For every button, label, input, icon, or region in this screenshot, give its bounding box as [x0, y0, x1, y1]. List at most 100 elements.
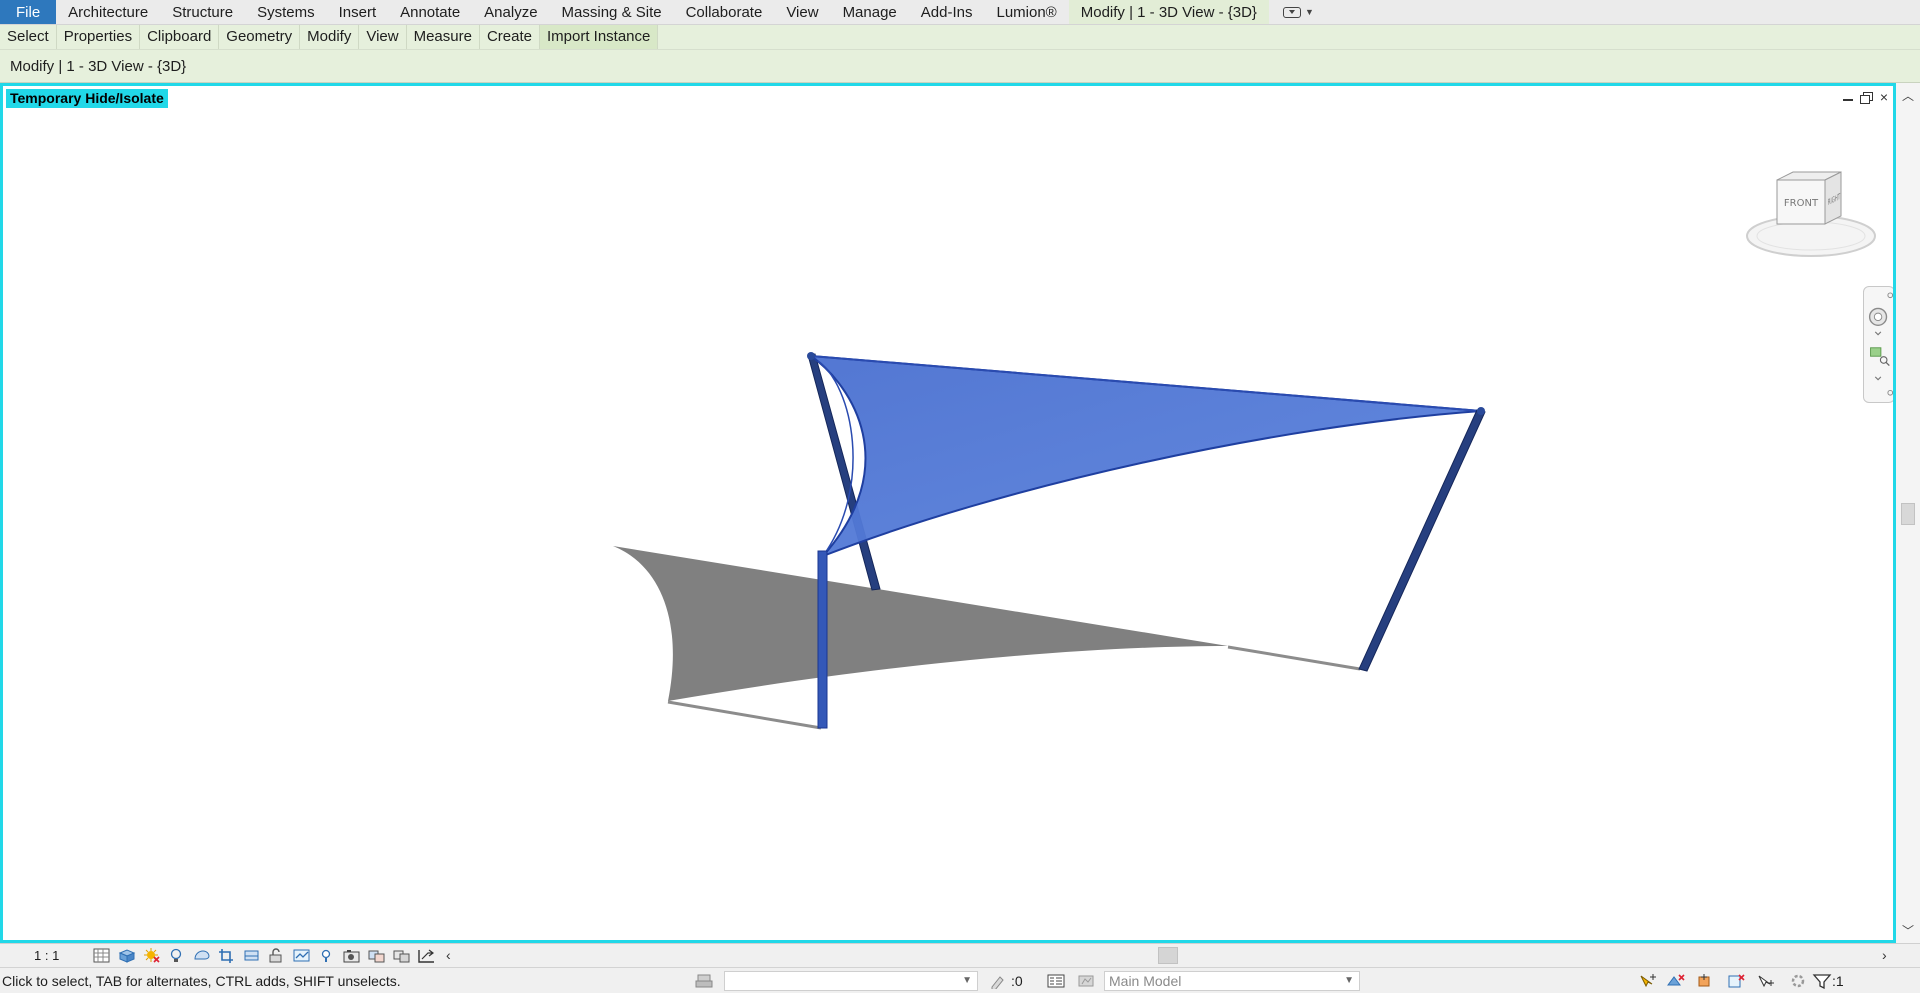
right-post[interactable]: [1358, 409, 1486, 672]
tab-architecture[interactable]: Architecture: [56, 0, 160, 24]
chevron-down-icon[interactable]: ﹀: [1902, 922, 1914, 939]
panel-measure[interactable]: Measure: [407, 25, 480, 49]
panel-view[interactable]: View: [359, 25, 407, 49]
viewcube[interactable]: FRONT RIGHT: [1743, 166, 1879, 266]
shadow-edge-line: [1227, 645, 1361, 671]
worksets-icon[interactable]: [694, 973, 714, 989]
editable-count: :0: [1011, 973, 1023, 989]
ribbon-display-icon: [1282, 6, 1301, 18]
crop-view-icon[interactable]: [217, 947, 236, 964]
selection-count: :1: [1832, 973, 1844, 989]
status-message: Click to select, TAB for alternates, CTR…: [2, 973, 401, 989]
tab-view[interactable]: View: [774, 0, 830, 24]
viewcube-front-label: FRONT: [1784, 198, 1819, 209]
tab-structure[interactable]: Structure: [160, 0, 245, 24]
design-option-value: Main Model: [1109, 973, 1182, 989]
panel-modify[interactable]: Modify: [300, 25, 360, 49]
tab-massing-site[interactable]: Massing & Site: [550, 0, 674, 24]
steering-wheel-hub: [1873, 312, 1883, 322]
minimize-icon[interactable]: [1841, 91, 1855, 103]
analytical-model-icon[interactable]: [417, 947, 436, 964]
drawing-viewport[interactable]: Temporary Hide/Isolate × FRONT RIGHT: [0, 83, 1896, 943]
settings-icon[interactable]: [1887, 389, 1893, 396]
sail-shadow: [613, 546, 1228, 701]
show-crop-region-icon[interactable]: [242, 947, 261, 964]
tab-systems[interactable]: Systems: [245, 0, 327, 24]
exclude-options-icon[interactable]: [1076, 973, 1096, 989]
design-option-dropdown[interactable]: Main Model ▼: [1104, 971, 1360, 991]
options-bar: Modify | 1 - 3D View - {3D}: [0, 50, 1920, 83]
reveal-constraints-icon[interactable]: [392, 947, 411, 964]
corner-connector: [807, 352, 815, 360]
front-post[interactable]: [817, 550, 828, 729]
panel-properties[interactable]: Properties: [57, 25, 141, 49]
ribbon-tab-bar: File Architecture Structure Systems Inse…: [0, 0, 1920, 25]
chevron-down-icon[interactable]: [1874, 331, 1882, 336]
tab-file[interactable]: File: [0, 0, 57, 24]
unlocked-3d-view-icon[interactable]: [267, 947, 286, 964]
chevron-down-icon: ▼: [1344, 975, 1354, 986]
zoom-magnifier: [1879, 356, 1888, 364]
horizontal-scroll-thumb[interactable]: [1158, 947, 1178, 964]
select-underlay-elements-icon[interactable]: [1666, 973, 1686, 989]
tab-manage[interactable]: Manage: [831, 0, 909, 24]
chevron-up-icon[interactable]: ︿: [1902, 87, 1914, 104]
restore-icon[interactable]: [1859, 91, 1873, 104]
tab-insert[interactable]: Insert: [327, 0, 389, 24]
select-links-icon[interactable]: [1638, 973, 1658, 989]
panel-clipboard[interactable]: Clipboard: [140, 25, 220, 49]
shade-sail[interactable]: [807, 354, 1482, 557]
render-icon[interactable]: [192, 947, 211, 964]
shadow-edge-line: [667, 700, 822, 730]
tab-lumion[interactable]: Lumion®: [984, 0, 1068, 24]
panel-create[interactable]: Create: [480, 25, 540, 49]
select-elements-by-face-icon[interactable]: [1726, 973, 1746, 989]
temporary-hide-isolate-icon[interactable]: [292, 947, 311, 964]
chevron-down-icon: ▼: [962, 975, 972, 986]
vertical-scrollbar[interactable]: ︿ ﹀: [1896, 83, 1920, 943]
panel-import-instance[interactable]: Import Instance: [539, 25, 659, 49]
chevron-down-icon: ▼: [1304, 6, 1314, 17]
tab-add-ins[interactable]: Add-Ins: [909, 0, 985, 24]
detail-level-icon[interactable]: [92, 947, 111, 964]
view-control-bar: 1 : 1 ‹ ›: [0, 943, 1920, 967]
close-icon[interactable]: [1887, 292, 1893, 299]
worksharing-display-icon[interactable]: [367, 947, 386, 964]
drag-elements-on-selection-icon[interactable]: [1756, 973, 1776, 989]
status-bar: Click to select, TAB for alternates, CTR…: [0, 967, 1920, 993]
chevron-left-icon[interactable]: ‹: [446, 944, 451, 967]
zoom-magnifier-handle: [1885, 361, 1890, 367]
background-processes-icon[interactable]: [1788, 973, 1808, 989]
filter-icon[interactable]: [1812, 973, 1832, 989]
navigation-bar: [1863, 286, 1893, 403]
reveal-hidden-elements-icon[interactable]: [317, 947, 336, 964]
tab-analyze[interactable]: Analyze: [472, 0, 549, 24]
temporary-hide-isolate-label[interactable]: Temporary Hide/Isolate: [6, 89, 168, 108]
tab-modify-3d-view[interactable]: Modify | 1 - 3D View - {3D}: [1068, 0, 1269, 24]
view-window-controls: ×: [1841, 90, 1891, 104]
visual-style-icon[interactable]: [117, 947, 136, 964]
3d-model-scene[interactable]: [3, 86, 1893, 940]
tab-annotate[interactable]: Annotate: [388, 0, 472, 24]
design-options-icon[interactable]: [1046, 973, 1066, 989]
temporary-view-properties-icon[interactable]: [342, 947, 361, 964]
ribbon-options-dropdown[interactable]: ▼: [1269, 0, 1328, 24]
sun-path-icon[interactable]: [142, 947, 161, 964]
chevron-down-icon[interactable]: [1874, 376, 1882, 381]
active-workset-dropdown[interactable]: ▼: [724, 971, 978, 991]
panel-geometry[interactable]: Geometry: [219, 25, 301, 49]
editable-only-icon[interactable]: [988, 973, 1008, 989]
view-scale[interactable]: 1 : 1: [34, 944, 59, 967]
corner-connector: [1477, 407, 1485, 415]
close-icon[interactable]: ×: [1877, 90, 1891, 104]
vertical-scroll-thumb[interactable]: [1901, 503, 1915, 525]
shadows-icon[interactable]: [167, 947, 186, 964]
chevron-right-icon[interactable]: ›: [1882, 944, 1887, 967]
select-pinned-elements-icon[interactable]: [1696, 973, 1716, 989]
view-control-icons: [92, 947, 436, 964]
panel-select[interactable]: Select: [0, 25, 57, 49]
tab-collaborate[interactable]: Collaborate: [674, 0, 775, 24]
options-bar-context-label: Modify | 1 - 3D View - {3D}: [10, 58, 187, 75]
ribbon-panel-bar: Select Properties Clipboard Geometry Mod…: [0, 25, 1920, 50]
zoom-region-icon[interactable]: [1870, 347, 1882, 357]
